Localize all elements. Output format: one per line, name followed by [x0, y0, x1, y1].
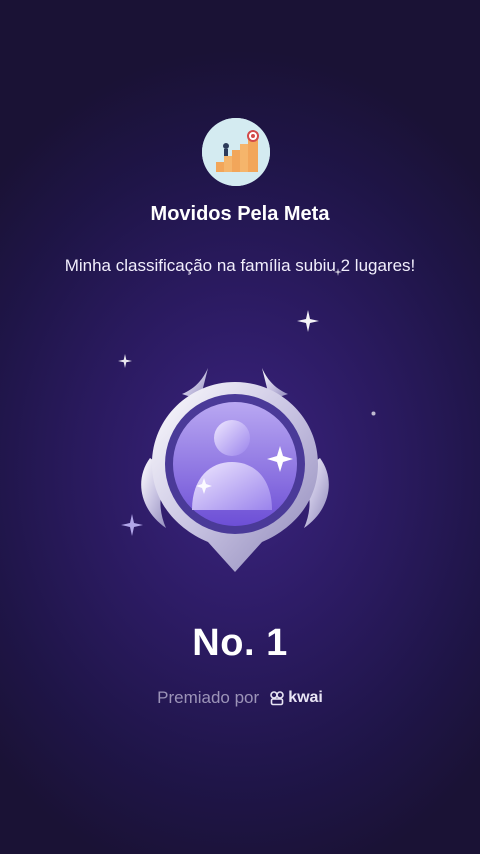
sparkle-dot-icon	[371, 411, 376, 416]
awarded-by: Premiado por kwai	[0, 688, 480, 708]
kwai-logo-icon	[270, 691, 284, 706]
group-name: Movidos Pela Meta	[150, 203, 330, 225]
rank-number: No. 1	[192, 622, 288, 664]
brand-name: kwai	[288, 689, 323, 706]
rank-message: Minha classificação na família subiu 2 l…	[64, 256, 416, 275]
stairs-goal-icon	[202, 118, 270, 186]
sparkle-icon	[297, 310, 319, 332]
kwai-brand: kwai	[269, 689, 323, 707]
sparkle-icon	[334, 268, 342, 276]
user-rank-badge-icon	[141, 368, 329, 572]
group-avatar[interactable]	[202, 118, 270, 186]
awarded-label: Premiado por	[157, 688, 260, 707]
